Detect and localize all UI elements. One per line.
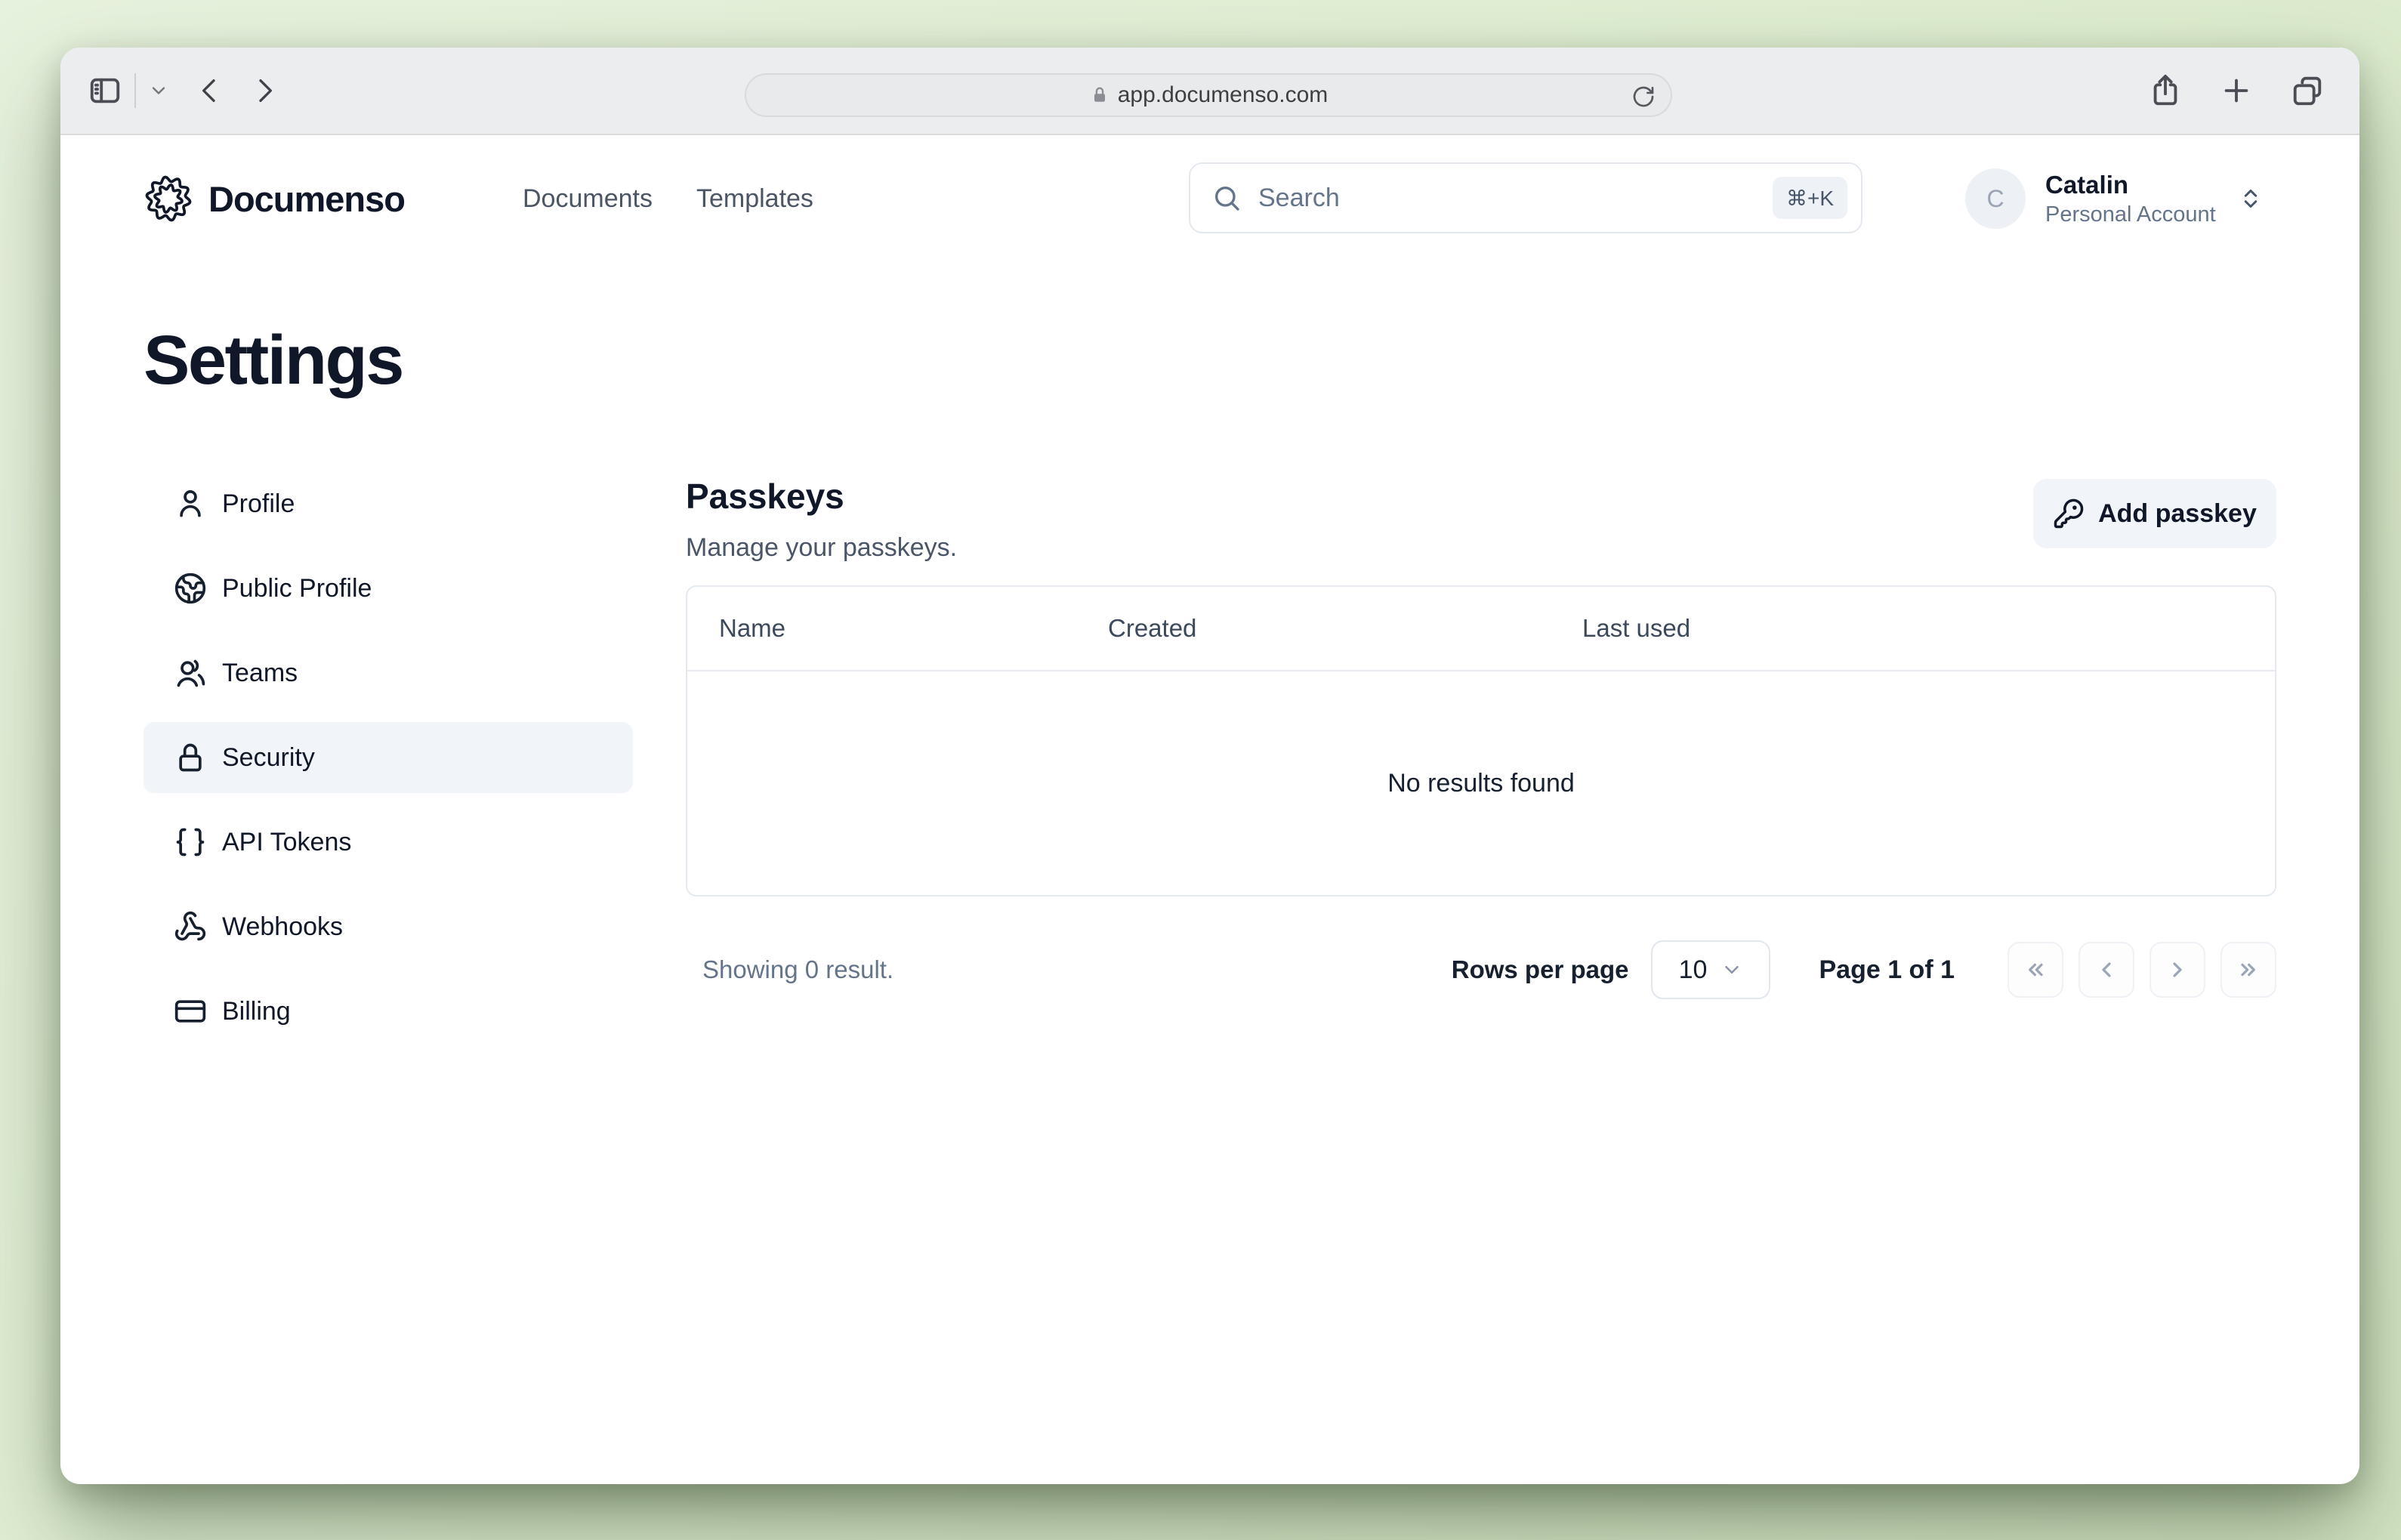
tls-lock-icon: [1089, 85, 1110, 106]
chevrons-up-down-icon: [2237, 185, 2264, 212]
brand-logo[interactable]: Documenso: [144, 161, 405, 236]
app-header: Documenso Documents Templates Search ⌘+K…: [60, 161, 2359, 236]
brand-name: Documenso: [208, 178, 405, 220]
passkeys-table: NameCreatedLast used No results found: [686, 585, 2276, 897]
toolbar-chevron-down-icon[interactable]: [148, 80, 169, 101]
rows-per-page-value: 10: [1679, 955, 1708, 985]
users-icon: [174, 656, 207, 690]
browser-toolbar: app.documenso.com: [60, 48, 2359, 135]
search-placeholder: Search: [1258, 184, 1340, 213]
page-title: Settings: [144, 321, 2359, 400]
back-icon[interactable]: [195, 76, 225, 106]
reload-icon[interactable]: [1631, 85, 1656, 109]
sidebar-toggle-icon[interactable]: [88, 73, 122, 108]
first-page-button[interactable]: [2008, 942, 2063, 998]
pagination: [2008, 942, 2276, 998]
chevron-down-icon: [1721, 958, 1743, 981]
rows-per-page-select[interactable]: 10: [1651, 940, 1770, 999]
sidebar-item-label: Public Profile: [222, 574, 372, 603]
lock-icon: [174, 741, 207, 774]
page-status: Page 1 of 1: [1819, 955, 1955, 985]
main-nav: Documents Templates: [523, 161, 813, 236]
tab-overview-icon[interactable]: [2290, 73, 2325, 108]
address-bar[interactable]: app.documenso.com: [745, 73, 1672, 117]
credit-card-icon: [174, 995, 207, 1028]
new-tab-icon[interactable]: [2219, 73, 2254, 108]
documenso-logo-icon: [144, 174, 193, 224]
chevron-right-icon: [2165, 958, 2190, 982]
webhook-icon: [174, 910, 207, 943]
sidebar-item-profile[interactable]: Profile: [144, 468, 633, 539]
results-count: Showing 0 result.: [686, 955, 893, 984]
nav-link-templates[interactable]: Templates: [696, 184, 813, 214]
table-footer: Showing 0 result. Rows per page 10 Page …: [686, 940, 2276, 999]
settings-sidebar: Profile Public Profile Teams Security API To…: [144, 468, 633, 1060]
nav-link-documents[interactable]: Documents: [523, 184, 653, 214]
section-subtitle: Manage your passkeys.: [686, 533, 957, 563]
url-text: app.documenso.com: [1118, 82, 1329, 108]
chevrons-right-icon: [2236, 958, 2261, 982]
sidebar-item-billing[interactable]: Billing: [144, 976, 633, 1047]
sidebar-item-label: Billing: [222, 997, 291, 1026]
sidebar-item-webhooks[interactable]: Webhooks: [144, 891, 633, 962]
passkeys-panel: Passkeys Manage your passkeys. Add passk…: [686, 468, 2276, 1060]
last-page-button[interactable]: [2220, 942, 2276, 998]
search-icon: [1211, 183, 1242, 213]
sidebar-item-teams[interactable]: Teams: [144, 637, 633, 708]
chevrons-left-icon: [2023, 958, 2048, 982]
user-menu[interactable]: C Catalin Personal Account: [1965, 165, 2264, 233]
sidebar-item-label: Profile: [222, 489, 295, 519]
avatar: C: [1965, 168, 2026, 229]
browser-window: app.documenso.com Documenso Documents Te…: [60, 48, 2359, 1484]
forward-icon[interactable]: [249, 76, 279, 106]
chevron-left-icon: [2094, 958, 2119, 982]
sidebar-item-api-tokens[interactable]: API Tokens: [144, 807, 633, 878]
search-shortcut-badge: ⌘+K: [1773, 177, 1847, 219]
search-input[interactable]: Search ⌘+K: [1189, 162, 1862, 233]
sidebar-item-label: API Tokens: [222, 828, 351, 857]
toolbar-divider: [134, 73, 136, 108]
sidebar-item-security[interactable]: Security: [144, 722, 633, 793]
user-account-type: Personal Account: [2045, 201, 2216, 228]
sidebar-item-label: Security: [222, 743, 315, 773]
previous-page-button[interactable]: [2079, 942, 2134, 998]
sidebar-item-label: Webhooks: [222, 912, 343, 942]
add-passkey-button[interactable]: Add passkey: [2033, 479, 2276, 548]
column-header-created: Created: [1076, 614, 1551, 643]
share-icon[interactable]: [2148, 73, 2183, 108]
rows-per-page-label: Rows per page: [1452, 955, 1629, 984]
next-page-button[interactable]: [2149, 942, 2205, 998]
braces-icon: [174, 826, 207, 859]
key-icon: [2053, 498, 2085, 529]
globe-icon: [174, 572, 207, 605]
user-icon: [174, 487, 207, 520]
add-passkey-label: Add passkey: [2098, 499, 2257, 529]
section-title: Passkeys: [686, 476, 957, 517]
column-header-last-used: Last used: [1551, 614, 2275, 643]
table-header-row: NameCreatedLast used: [687, 587, 2275, 671]
sidebar-item-label: Teams: [222, 659, 298, 688]
sidebar-item-public-profile[interactable]: Public Profile: [144, 553, 633, 624]
user-name: Catalin: [2045, 169, 2216, 200]
table-empty-state: No results found: [687, 671, 2275, 895]
column-header-name: Name: [687, 614, 1076, 643]
